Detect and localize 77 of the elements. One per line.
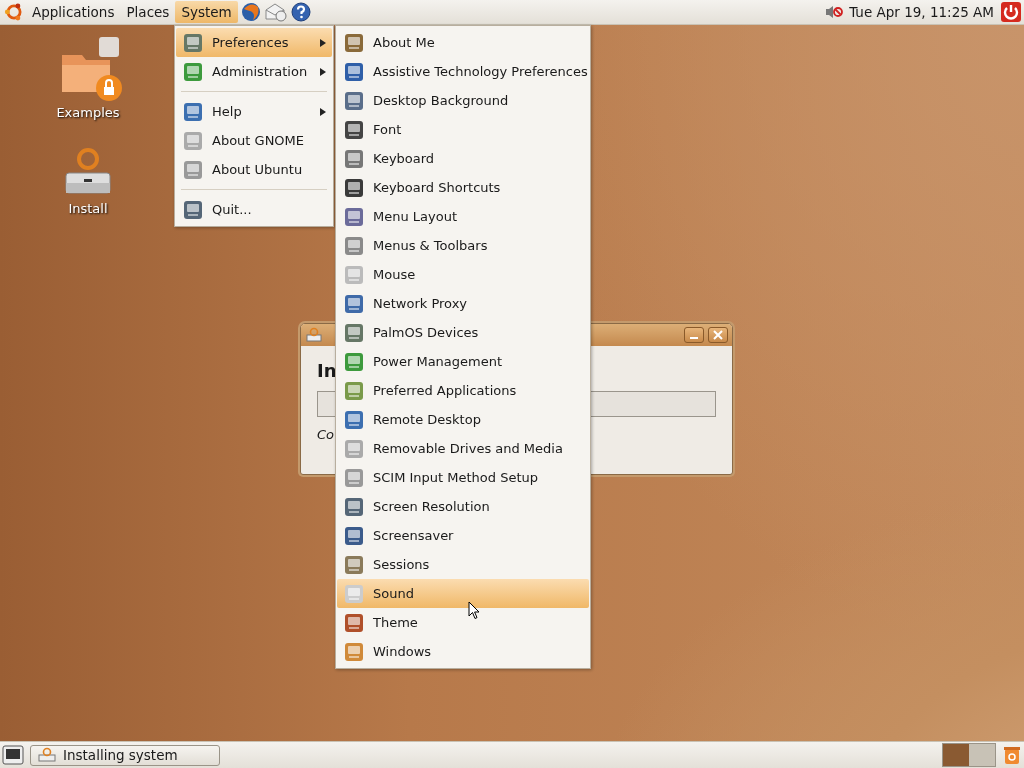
menu-item[interactable]: Screensaver xyxy=(337,521,589,550)
menu-item-icon xyxy=(343,466,365,489)
menu-item-icon xyxy=(182,158,204,181)
menu-item[interactable]: Power Management xyxy=(337,347,589,376)
menu-item[interactable]: Help xyxy=(176,97,332,126)
menu-item-icon xyxy=(343,31,365,54)
menu-item-icon xyxy=(182,100,204,123)
minimize-icon xyxy=(690,337,698,339)
menu-item-icon xyxy=(343,205,365,228)
show-desktop-icon[interactable] xyxy=(2,745,24,765)
installer-icon xyxy=(305,327,323,343)
menu-item-icon xyxy=(343,234,365,257)
panel-menu[interactable]: Applications xyxy=(26,1,121,23)
desktop-icon-label[interactable]: Examples xyxy=(56,105,120,120)
menu-item[interactable]: Mouse xyxy=(337,260,589,289)
menu-item-icon xyxy=(343,582,365,605)
power-icon[interactable] xyxy=(1000,1,1022,23)
ubuntu-logo-icon xyxy=(4,2,24,22)
panel-menu[interactable]: Places xyxy=(120,1,176,23)
menu-item-icon xyxy=(343,611,365,634)
desktop-icon-label[interactable]: Install xyxy=(68,201,108,216)
menu-item[interactable]: Font xyxy=(337,115,589,144)
minimize-button[interactable] xyxy=(684,327,704,343)
menu-item-icon xyxy=(182,129,204,152)
menu-item-icon xyxy=(343,118,365,141)
menu-item[interactable]: Network Proxy xyxy=(337,289,589,318)
menu-item-icon xyxy=(343,176,365,199)
menu-item-icon xyxy=(182,60,204,83)
panel-menu[interactable]: System xyxy=(175,1,238,23)
menu-item[interactable]: Theme xyxy=(337,608,589,637)
menu-item[interactable]: Windows xyxy=(337,637,589,666)
dialog-heading: In xyxy=(317,360,337,381)
menu-item[interactable]: PalmOS Devices xyxy=(337,318,589,347)
menu-item[interactable]: Keyboard Shortcuts xyxy=(337,173,589,202)
menu-item[interactable]: About Me xyxy=(337,28,589,57)
menu-item[interactable]: Menu Layout xyxy=(337,202,589,231)
close-button[interactable] xyxy=(708,327,728,343)
menu-item-icon xyxy=(343,495,365,518)
status-text: Co xyxy=(317,427,335,442)
menu-item-icon xyxy=(343,89,365,112)
menu-item[interactable]: Sound xyxy=(337,579,589,608)
menu-item[interactable]: Sessions xyxy=(337,550,589,579)
menu-item-icon xyxy=(343,60,365,83)
menu-item-icon xyxy=(343,147,365,170)
menu-item[interactable]: Keyboard xyxy=(337,144,589,173)
volume-muted-icon[interactable] xyxy=(825,4,844,20)
menu-item-icon xyxy=(343,437,365,460)
menu-item[interactable]: Quit... xyxy=(176,195,332,224)
menu-item-icon xyxy=(182,198,204,221)
menu-item-icon xyxy=(343,263,365,286)
menu-item[interactable]: Administration xyxy=(176,57,332,86)
menu-item[interactable]: Menus & Toolbars xyxy=(337,231,589,260)
taskbar-button[interactable]: Installing system xyxy=(30,744,220,766)
clock[interactable]: Tue Apr 19, 11:25 AM xyxy=(843,4,1000,20)
menu-item-icon xyxy=(343,553,365,576)
menu-item[interactable]: Removable Drives and Media xyxy=(337,434,589,463)
menu-item-icon xyxy=(343,292,365,315)
menu-item-icon xyxy=(343,321,365,344)
menu-item[interactable]: SCIM Input Method Setup xyxy=(337,463,589,492)
menu-item[interactable]: Screen Resolution xyxy=(337,492,589,521)
menu-item[interactable]: Preferences xyxy=(176,28,332,57)
workspace-switcher-cell[interactable] xyxy=(969,744,995,766)
menu-item-icon xyxy=(343,524,365,547)
installer-icon xyxy=(37,747,57,763)
menu-item[interactable]: About Ubuntu xyxy=(176,155,332,184)
close-icon xyxy=(713,330,723,340)
mouse-pointer-icon xyxy=(468,601,480,620)
menu-item[interactable]: About GNOME xyxy=(176,126,332,155)
globe-icon[interactable] xyxy=(239,1,262,23)
menu-item-icon xyxy=(343,640,365,663)
menu-item[interactable]: Desktop Background xyxy=(337,86,589,115)
menu-item[interactable]: Assistive Technology Preferences xyxy=(337,57,589,86)
workspace-switcher-cell[interactable] xyxy=(943,744,969,766)
menu-item-icon xyxy=(343,350,365,373)
help-icon[interactable] xyxy=(289,1,312,23)
menu-item-icon xyxy=(182,31,204,54)
trash-icon[interactable] xyxy=(1002,744,1022,766)
